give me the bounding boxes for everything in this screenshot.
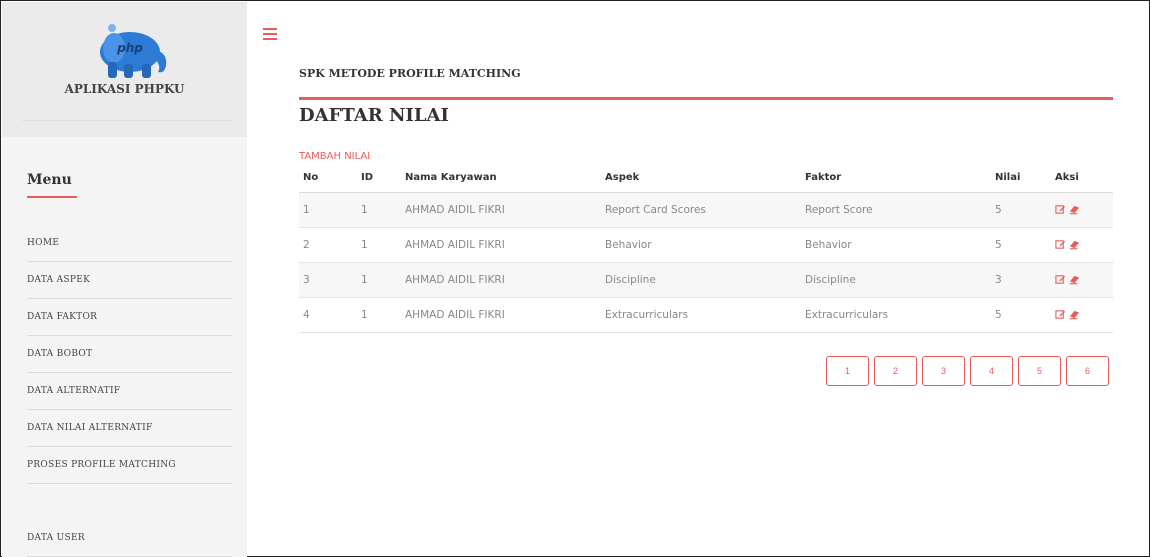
table-row: 1 1 AHMAD AIDIL FIKRI Report Card Scores… xyxy=(299,192,1113,228)
cell-id: 1 xyxy=(357,227,401,263)
app-window: php APLIKASI PHPKU Menu HOME DATA ASPEK … xyxy=(0,0,1150,557)
app-name: APLIKASI PHPKU xyxy=(64,82,185,96)
page-button-2[interactable]: 2 xyxy=(874,356,917,386)
table-row: 4 1 AHMAD AIDIL FIKRI Extracurriculars E… xyxy=(299,297,1113,333)
eraser-icon[interactable] xyxy=(1069,309,1080,320)
cell-aksi xyxy=(1051,262,1113,298)
cell-faktor: Report Score xyxy=(801,192,991,228)
app-heading: SPK METODE PROFILE MATCHING xyxy=(299,67,521,80)
edit-icon[interactable] xyxy=(1055,204,1066,215)
cell-no: 3 xyxy=(299,262,357,298)
page-button-3[interactable]: 3 xyxy=(922,356,965,386)
pagination: 1 2 3 4 5 6 xyxy=(826,356,1109,386)
add-nilai-link[interactable]: TAMBAH NILAI xyxy=(299,151,370,162)
cell-nilai: 5 xyxy=(991,192,1051,228)
eraser-icon[interactable] xyxy=(1069,239,1080,250)
sidebar-item-proses-profile-matching[interactable]: PROSES PROFILE MATCHING xyxy=(27,447,232,484)
sidebar-item-data-user[interactable]: DATA USER xyxy=(27,520,232,557)
page-button-4[interactable]: 4 xyxy=(970,356,1013,386)
logo-text: php xyxy=(116,41,143,55)
cell-faktor: Extracurriculars xyxy=(801,297,991,333)
column-header-nama-karyawan: Nama Karyawan xyxy=(401,163,601,193)
cell-nilai: 3 xyxy=(991,262,1051,298)
cell-aksi xyxy=(1051,297,1113,333)
page-title: DAFTAR NILAI xyxy=(299,105,449,126)
cell-nilai: 5 xyxy=(991,227,1051,263)
eraser-icon[interactable] xyxy=(1069,274,1080,285)
column-header-no: No xyxy=(299,163,357,193)
column-header-nilai: Nilai xyxy=(991,163,1051,193)
cell-aspek: Behavior xyxy=(601,227,801,263)
page-button-6[interactable]: 6 xyxy=(1066,356,1109,386)
page-button-5[interactable]: 5 xyxy=(1018,356,1061,386)
cell-nama: AHMAD AIDIL FIKRI xyxy=(401,192,601,228)
page-button-1[interactable]: 1 xyxy=(826,356,869,386)
column-header-aksi: Aksi xyxy=(1051,163,1113,193)
cell-aksi xyxy=(1051,227,1113,263)
cell-aspek: Discipline xyxy=(601,262,801,298)
sidebar-item-data-nilai-alternatif[interactable]: DATA NILAI ALTERNATIF xyxy=(27,410,232,447)
menu-title-underline xyxy=(27,196,77,198)
table-row: 2 1 AHMAD AIDIL FIKRI Behavior Behavior … xyxy=(299,227,1113,263)
column-header-faktor: Faktor xyxy=(801,163,991,193)
nilai-table: No ID Nama Karyawan Aspek Faktor Nilai A… xyxy=(299,163,1113,333)
cell-faktor: Behavior xyxy=(801,227,991,263)
cell-no: 2 xyxy=(299,227,357,263)
cell-no: 1 xyxy=(299,192,357,228)
hamburger-icon[interactable] xyxy=(263,28,279,42)
sidebar: php APLIKASI PHPKU Menu HOME DATA ASPEK … xyxy=(2,2,247,557)
sidebar-item-data-alternatif[interactable]: DATA ALTERNATIF xyxy=(27,373,232,410)
sidebar-menu: HOME DATA ASPEK DATA FAKTOR DATA BOBOT D… xyxy=(27,225,232,557)
brand-divider xyxy=(22,120,232,121)
cell-aksi xyxy=(1051,192,1113,228)
sidebar-item-data-bobot[interactable]: DATA BOBOT xyxy=(27,336,232,373)
menu-title: Menu xyxy=(27,172,72,188)
sidebar-item-data-aspek[interactable]: DATA ASPEK xyxy=(27,262,232,299)
sidebar-item-data-faktor[interactable]: DATA FAKTOR xyxy=(27,299,232,336)
column-header-aspek: Aspek xyxy=(601,163,801,193)
edit-icon[interactable] xyxy=(1055,274,1066,285)
edit-icon[interactable] xyxy=(1055,309,1066,320)
table-header-row: No ID Nama Karyawan Aspek Faktor Nilai A… xyxy=(299,163,1113,193)
column-header-id: ID xyxy=(357,163,401,193)
brand-panel: php APLIKASI PHPKU xyxy=(2,2,247,137)
edit-icon[interactable] xyxy=(1055,239,1066,250)
cell-nama: AHMAD AIDIL FIKRI xyxy=(401,262,601,298)
php-elephant-icon[interactable]: php xyxy=(92,22,172,80)
cell-faktor: Discipline xyxy=(801,262,991,298)
cell-nama: AHMAD AIDIL FIKRI xyxy=(401,297,601,333)
cell-nama: AHMAD AIDIL FIKRI xyxy=(401,227,601,263)
cell-id: 1 xyxy=(357,297,401,333)
table-row: 3 1 AHMAD AIDIL FIKRI Discipline Discipl… xyxy=(299,262,1113,298)
cell-aspek: Extracurriculars xyxy=(601,297,801,333)
eraser-icon[interactable] xyxy=(1069,204,1080,215)
cell-aspek: Report Card Scores xyxy=(601,192,801,228)
cell-id: 1 xyxy=(357,192,401,228)
cell-id: 1 xyxy=(357,262,401,298)
sidebar-item-home[interactable]: HOME xyxy=(27,225,232,262)
cell-nilai: 5 xyxy=(991,297,1051,333)
cell-no: 4 xyxy=(299,297,357,333)
heading-divider xyxy=(299,97,1113,100)
